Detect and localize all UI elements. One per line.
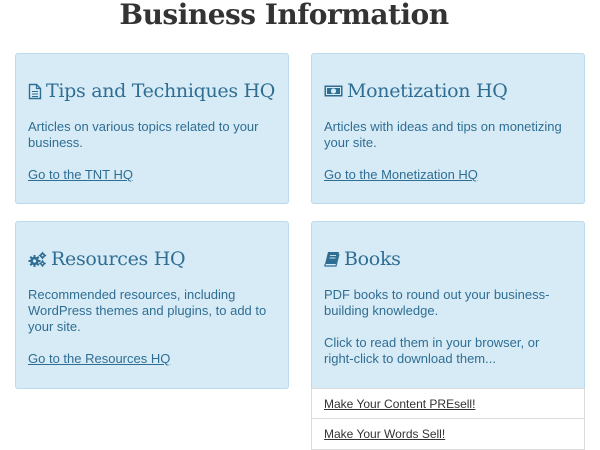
document-icon: [28, 83, 42, 100]
monetization-card: Monetization HQ Articles with ideas and …: [311, 53, 585, 204]
resources-card: Resources HQ Recommended resources, incl…: [15, 221, 289, 389]
tnt-card: Tips and Techniques HQ Articles on vario…: [15, 53, 289, 204]
monetization-card-title: Monetization HQ: [324, 80, 508, 102]
books-card-title: Books: [324, 248, 401, 270]
book-link-words-sell[interactable]: Make Your Words Sell!: [324, 427, 445, 441]
resources-card-description: Recommended resources, including WordPre…: [28, 287, 267, 334]
gears-icon: [28, 251, 47, 268]
page-title: Business Information: [119, 0, 449, 31]
book-icon: [324, 251, 340, 267]
resources-hq-link[interactable]: Go to the Resources HQ: [28, 351, 170, 366]
tnt-card-description: Articles on various topics related to yo…: [28, 119, 259, 150]
tnt-card-title: Tips and Techniques HQ: [28, 80, 275, 102]
books-card-title-text: Books: [344, 248, 401, 270]
books-card: Books PDF books to round out your busine…: [311, 221, 585, 389]
books-card-description: PDF books to round out your business-bui…: [324, 287, 550, 318]
monetization-card-description: Articles with ideas and tips on monetizi…: [324, 119, 562, 150]
resources-card-title-text: Resources HQ: [51, 248, 186, 270]
list-item: Make Your Words Sell!: [311, 419, 585, 450]
resources-card-title: Resources HQ: [28, 248, 186, 270]
books-card-instructions: Click to read them in your browser, or r…: [324, 335, 540, 366]
book-list: Make Your Content PREsell! Make Your Wor…: [311, 388, 585, 450]
monetization-hq-link[interactable]: Go to the Monetization HQ: [324, 167, 478, 182]
list-item: Make Your Content PREsell!: [311, 388, 585, 419]
book-link-content-presell[interactable]: Make Your Content PREsell!: [324, 397, 475, 411]
money-icon: [324, 84, 343, 98]
tnt-hq-link[interactable]: Go to the TNT HQ: [28, 167, 133, 182]
tnt-card-title-text: Tips and Techniques HQ: [46, 80, 276, 102]
monetization-card-title-text: Monetization HQ: [347, 80, 508, 102]
